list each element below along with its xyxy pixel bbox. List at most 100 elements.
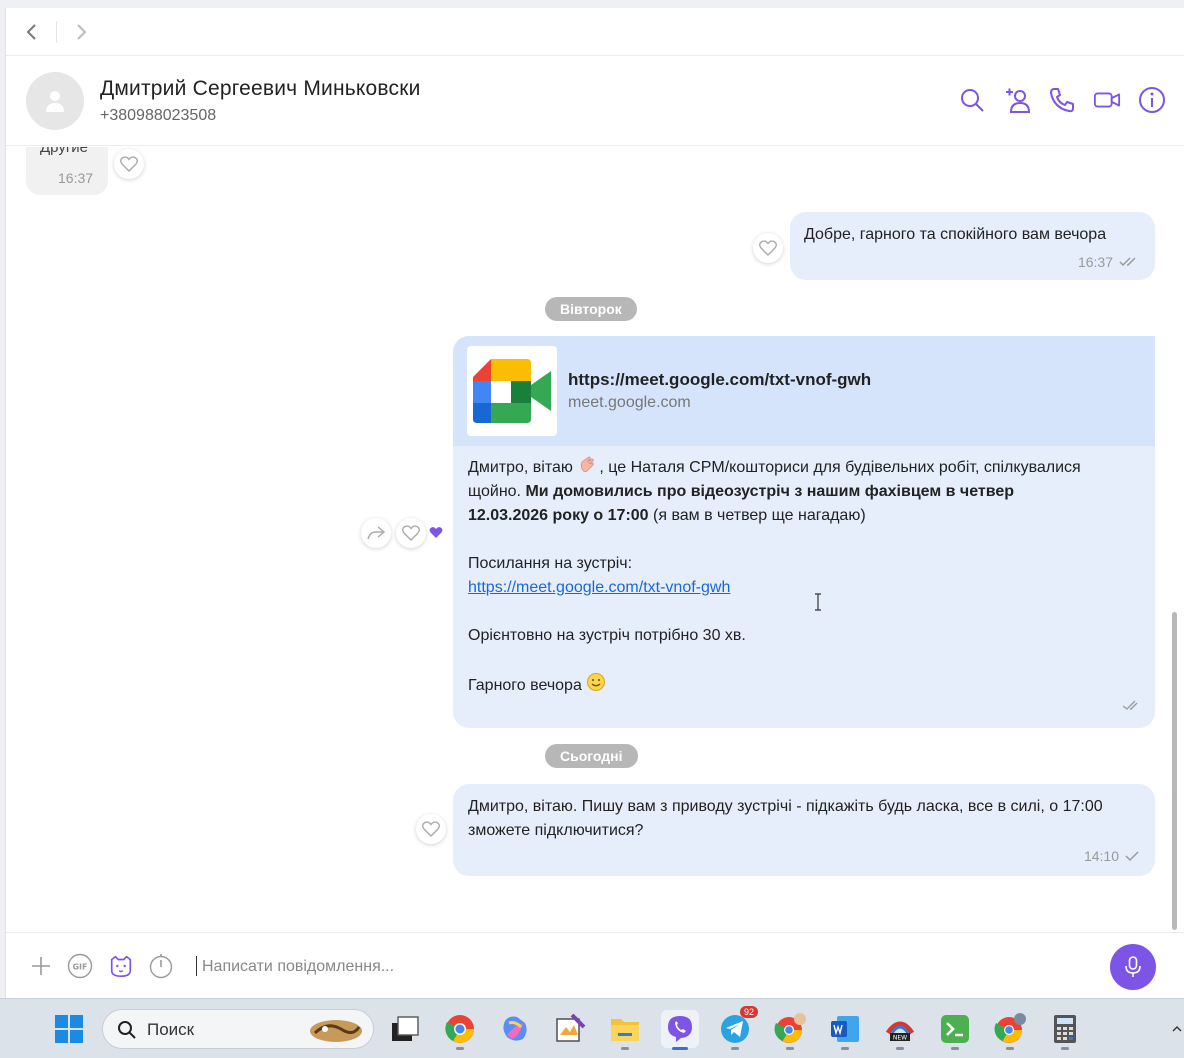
copilot-button[interactable] (496, 1010, 534, 1048)
calculator-button[interactable] (1046, 1010, 1084, 1048)
like-button[interactable] (114, 149, 144, 179)
like-button[interactable] (416, 814, 446, 844)
search-label: Поиск (147, 1020, 195, 1039)
viber-button[interactable] (661, 1010, 699, 1048)
windows-taskbar: Поиск 92 NEW (0, 998, 1184, 1058)
like-button[interactable] (753, 233, 783, 263)
timer-button[interactable] (148, 953, 174, 979)
closing-text: Гарного вечора (468, 672, 1098, 700)
active-indicator (672, 1047, 688, 1050)
text-segment: Дмитро, вітаю (468, 459, 578, 476)
windows-logo-icon (55, 1015, 83, 1043)
sticker-button[interactable] (108, 953, 134, 979)
outgoing-message-meeting[interactable]: https://meet.google.com/txt-vnof-gwh mee… (453, 336, 1155, 728)
app-new-icon: NEW (885, 1021, 915, 1042)
timer-icon (149, 954, 173, 979)
chat-area[interactable]: Другие 16:37 Добре, гарного та спокійног… (6, 147, 1184, 932)
scrollbar[interactable] (1172, 612, 1177, 930)
smiley-icon (586, 672, 606, 700)
paint-button[interactable] (551, 1010, 589, 1048)
link-preview-domain: meet.google.com (568, 394, 691, 411)
running-indicator (1006, 1047, 1014, 1050)
taskbar-search[interactable]: Поиск (102, 1009, 374, 1049)
chat-header: Дмитрий Сергеевич Миньковски +3809880235… (6, 56, 1184, 146)
like-button[interactable] (396, 518, 426, 548)
voice-message-button[interactable] (1110, 944, 1156, 990)
search-button[interactable] (958, 86, 986, 114)
link-preview[interactable]: https://meet.google.com/txt-vnof-gwh mee… (453, 336, 1155, 446)
tray-overflow-button[interactable] (1172, 1021, 1182, 1039)
folder-icon (611, 1019, 639, 1041)
message-time: 16:37 (58, 170, 94, 186)
attach-button[interactable] (28, 953, 54, 979)
start-button[interactable] (50, 1010, 88, 1048)
chrome-button[interactable] (441, 1010, 479, 1048)
contact-name[interactable]: Дмитрий Сергеевич Миньковски (100, 77, 421, 101)
gif-button[interactable]: GIF (67, 953, 93, 979)
green-app-icon (941, 1015, 969, 1043)
reaction-heart-icon (429, 526, 443, 544)
text-cursor-icon (814, 593, 822, 616)
svg-text:GIF: GIF (72, 963, 87, 972)
green-app-button[interactable] (936, 1010, 974, 1048)
heart-outline-icon (402, 525, 420, 541)
forward-button[interactable] (361, 518, 391, 548)
plus-icon (32, 957, 50, 975)
gif-icon: GIF (67, 953, 93, 979)
meet-link[interactable]: https://meet.google.com/txt-vnof-gwh (468, 579, 730, 596)
chrome-profile-2-button[interactable] (991, 1010, 1029, 1048)
date-separator: Вівторок (545, 297, 637, 321)
heart-outline-icon (759, 240, 777, 256)
link-preview-title: https://meet.google.com/txt-vnof-gwh (568, 370, 872, 389)
avatar[interactable] (26, 71, 84, 130)
user-silhouette-icon (46, 90, 64, 112)
calculator-icon (1054, 1015, 1076, 1043)
forward-button[interactable] (69, 20, 93, 44)
task-view-icon (392, 1016, 419, 1041)
waving-hand-icon (577, 455, 599, 475)
back-button[interactable] (20, 20, 44, 44)
incoming-message[interactable]: Другие 16:37 (26, 147, 108, 195)
info-button[interactable] (1138, 86, 1166, 114)
double-check-icon (1119, 257, 1136, 267)
message-text: Дмитро, вітаю , це Наталя CPM/кошториси … (468, 455, 1098, 700)
text-segment: (я вам в четвер ще нагадаю) (648, 507, 866, 524)
paint-icon (556, 1013, 586, 1042)
search-icon (961, 89, 984, 112)
running-indicator (1061, 1047, 1069, 1050)
navigation-bar (6, 8, 1184, 56)
chevron-right-icon (77, 23, 87, 40)
chrome-icon (445, 1015, 474, 1043)
message-time: 16:37 (1077, 254, 1113, 270)
file-explorer-button[interactable] (606, 1010, 644, 1048)
google-meet-logo (467, 346, 557, 436)
add-participant-button[interactable] (1003, 86, 1031, 114)
running-indicator (896, 1047, 904, 1050)
chevron-up-icon (1172, 1026, 1182, 1032)
message-input[interactable]: Написати повідомлення... (202, 958, 394, 976)
video-call-button[interactable] (1093, 86, 1121, 114)
word-button[interactable] (826, 1010, 864, 1048)
running-indicator (841, 1047, 849, 1050)
unread-badge: 92 (739, 1006, 758, 1018)
running-indicator (731, 1047, 739, 1050)
task-view-button[interactable] (386, 1010, 424, 1048)
running-indicator (621, 1047, 629, 1050)
message-text: Добре, гарного та спокійного вам вечора (804, 226, 1107, 243)
telegram-button[interactable]: 92 (716, 1006, 758, 1048)
date-separator: Сьогодні (545, 744, 638, 768)
message-text: Дмитро, вітаю. Пишу вам з приводу зустрі… (468, 798, 1103, 839)
search-highlight-icon (310, 1020, 362, 1042)
duration-text: Орієнтовно на зустріч потрібно 30 хв. (468, 627, 746, 644)
message-time: 14:10 (1083, 848, 1119, 864)
add-user-icon (1006, 88, 1031, 113)
viber-icon (668, 1016, 692, 1042)
outgoing-message[interactable]: Дмитро, вітаю. Пишу вам з приводу зустрі… (453, 784, 1155, 876)
chevron-left-icon (26, 23, 36, 40)
chrome-profile-button[interactable] (771, 1010, 809, 1048)
voice-call-button[interactable] (1048, 86, 1076, 114)
chrome-profile-icon (994, 1013, 1026, 1043)
message-text: Другие (40, 147, 89, 156)
outgoing-message[interactable]: Добре, гарного та спокійного вам вечора … (790, 212, 1155, 280)
app-new-button[interactable]: NEW (881, 1010, 919, 1048)
